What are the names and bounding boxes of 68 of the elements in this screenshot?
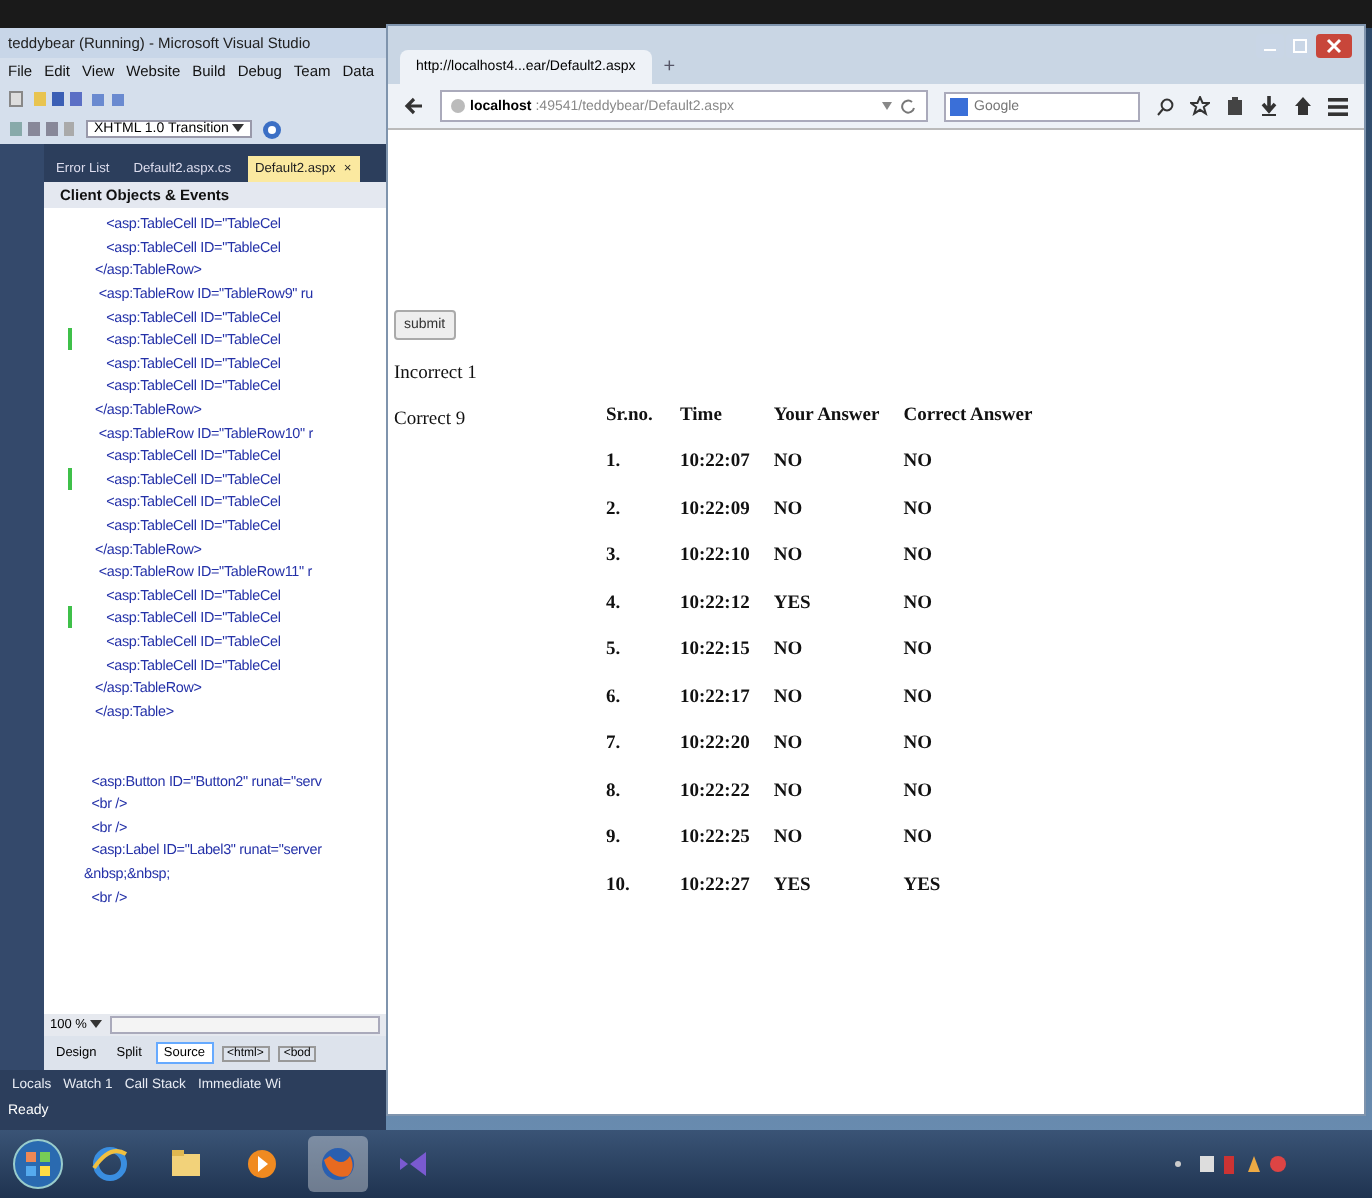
table-cell: YES [773,580,904,627]
table-cell-text: 9. [606,826,623,853]
correct-count-label: Correct 9 [394,410,468,430]
table-cell-text: NO [903,450,934,477]
table-cell-text: NO [903,732,934,759]
table-cell: 10:22:20 [680,721,774,768]
table-cell: 10:22:09 [680,486,774,533]
table-cell: 10:22:17 [680,674,774,721]
table-cell: 10:22:22 [680,768,774,815]
browser-e-icon [90,1144,130,1184]
star-icon[interactable] [1190,96,1210,116]
table-cell-text: NO [903,826,934,853]
table-cell-text: NO [903,591,934,618]
table-cell-text: 10. [606,873,632,900]
table-cell: 10:22:12 [680,580,774,627]
column-header: Correct Answer [903,403,1035,430]
toolbar-icons-drawing[interactable] [8,90,128,108]
table-cell: NO [773,486,904,533]
table-cell-text: NO [903,779,934,806]
back-arrow-icon[interactable] [404,96,424,116]
new-tab-button[interactable]: + [663,56,676,84]
toolbar-icons-drawing[interactable] [8,120,76,138]
download-icon[interactable] [1260,96,1278,116]
menu-icon[interactable] [1328,97,1348,115]
table-cell-text: NO [903,685,934,712]
validation-icon[interactable] [262,119,283,139]
table-cell-text: NO [903,497,934,524]
table-cell: 10:22:15 [680,627,774,674]
table-cell: 10:22:25 [680,815,774,862]
fox-globe-icon [318,1144,358,1184]
reload-icon[interactable] [882,98,918,114]
table-cell-text: 7. [606,732,623,759]
search-icon[interactable] [1156,97,1174,115]
table-cell-text: 8. [606,779,623,806]
table-cell: NO [773,815,904,862]
table-cell: NO [773,439,904,486]
table-cell-text: 2. [606,497,623,524]
home-icon[interactable] [1294,96,1312,116]
table-cell: NO [773,768,904,815]
table-cell: 10:22:27 [680,862,774,909]
table-cell-text: 4. [606,591,623,618]
code-editor[interactable] [44,208,386,1014]
table-cell-text: 5. [606,638,623,665]
caret-icon [232,124,245,132]
globe-icon [450,98,466,114]
table-cell-text: NO [903,544,934,571]
column-header: Time [680,392,774,439]
table-cell: 10:22:07 [680,439,774,486]
table-cell: NO [773,533,904,580]
start-orb-icon[interactable] [12,1138,64,1190]
table-cell-text: 1. [606,450,623,477]
table-cell-text: YES [903,873,943,900]
incorrect-count-label: Incorrect 1 [394,364,479,384]
system-tray-icons-drawing[interactable] [1172,1152,1292,1176]
table-cell: NO [773,674,904,721]
table-cell: NO [773,627,904,674]
column-header: Your Answer [773,403,882,430]
table-cell-text: 6. [606,685,623,712]
table-cell: 10:22:10 [680,533,774,580]
caret-icon [90,1020,103,1028]
clipboard-icon[interactable] [1226,96,1244,116]
table-cell: NO [773,721,904,768]
column-header: Sr.no. [606,392,680,439]
play-icon [242,1144,282,1184]
table-cell: YES [773,862,904,909]
horizontal-scrollbar[interactable] [110,1016,380,1034]
table-cell-text: NO [903,638,934,665]
table-cell-text: 3. [606,544,623,571]
